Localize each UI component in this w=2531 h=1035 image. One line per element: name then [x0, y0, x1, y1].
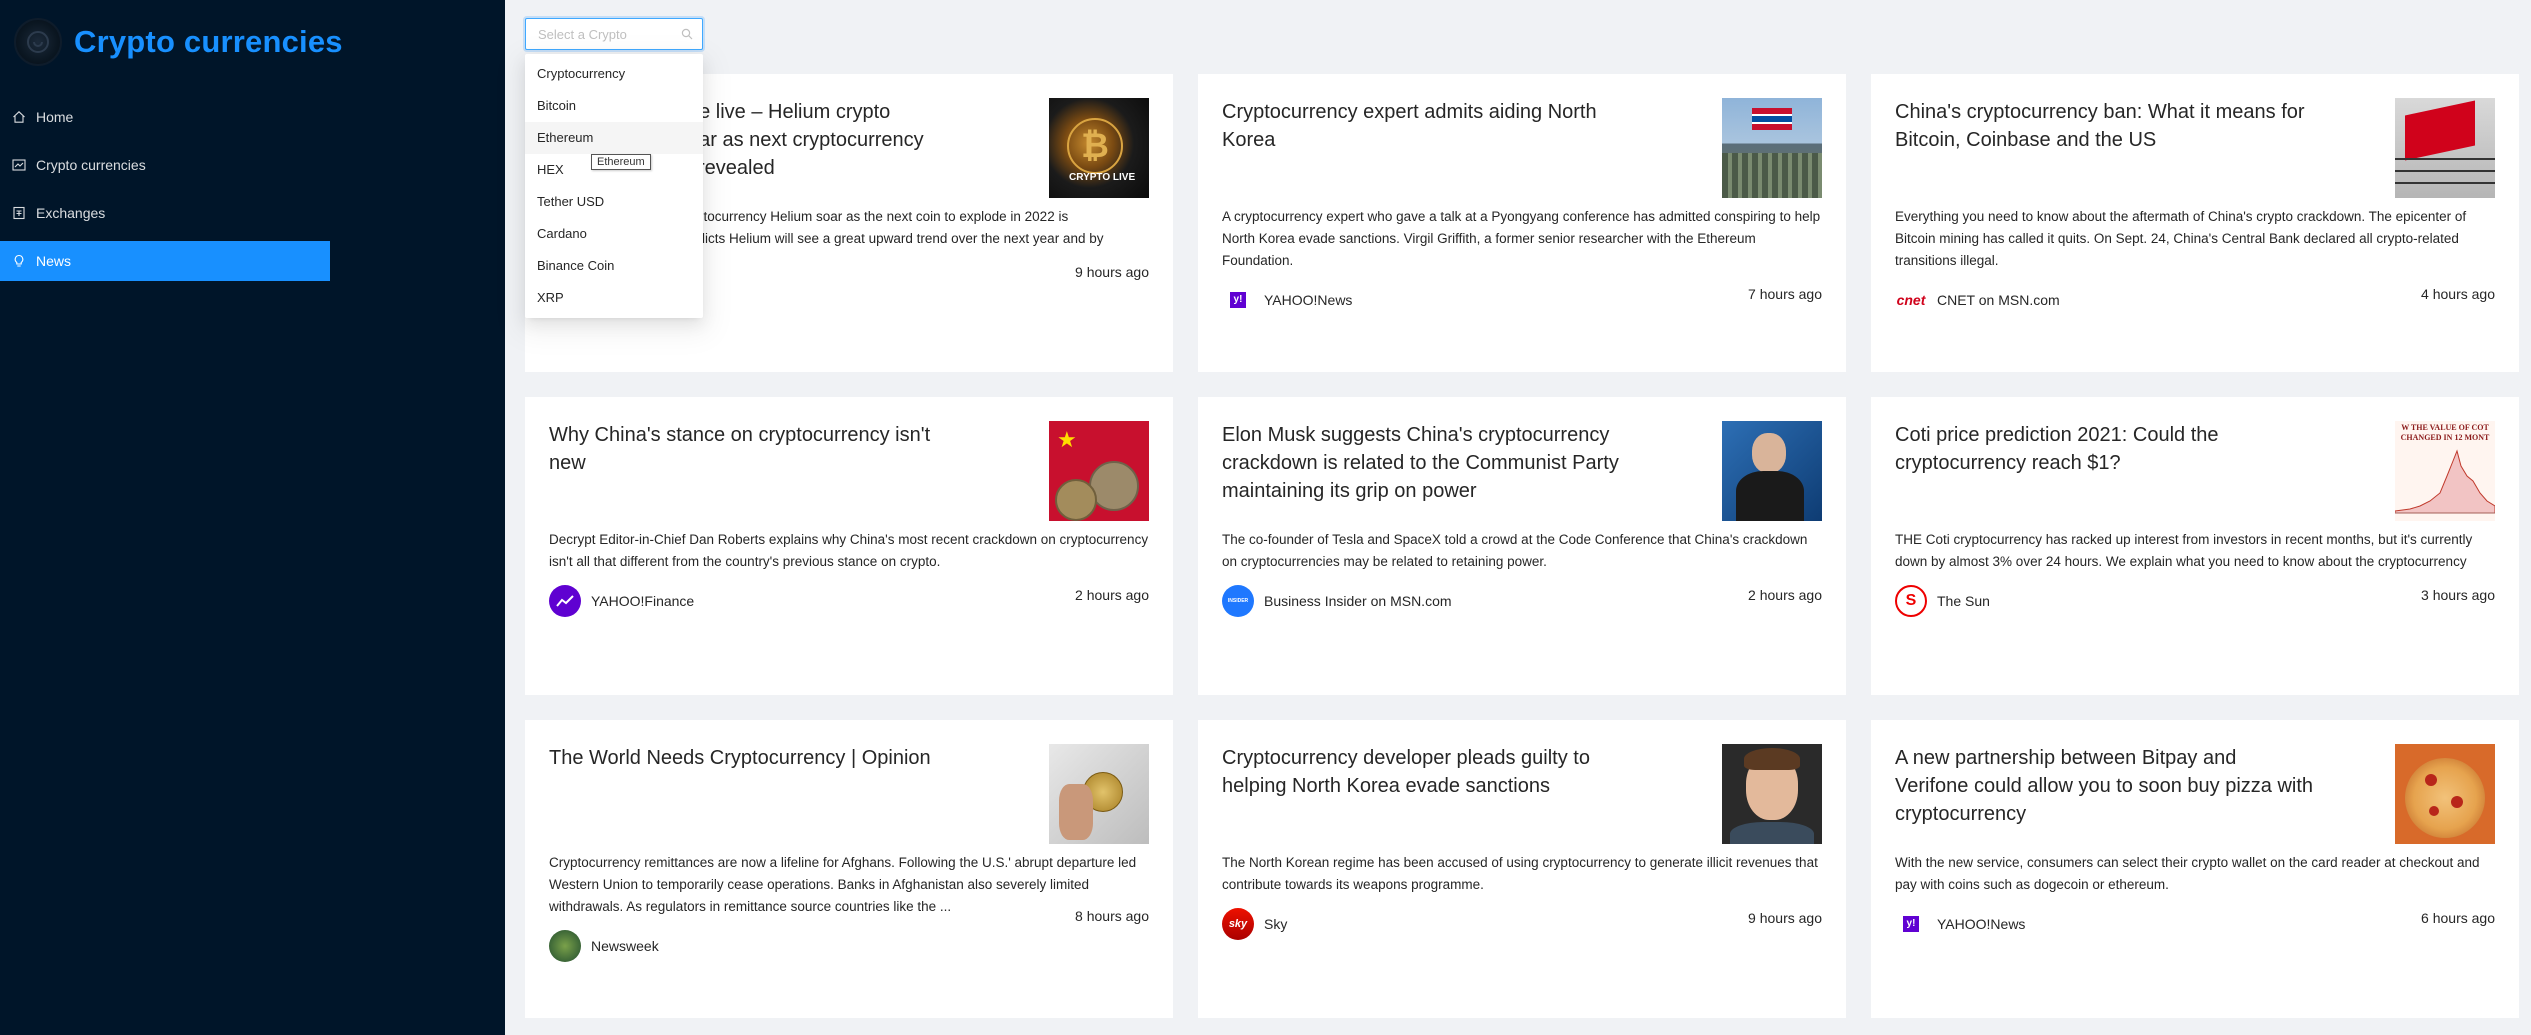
news-title[interactable]: Coti price prediction 2021: Could the cr…: [1895, 421, 2315, 477]
menu-item-news[interactable]: News: [0, 241, 330, 281]
news-time: 9 hours ago: [1075, 264, 1149, 280]
menu-item-home[interactable]: Home: [0, 97, 330, 137]
bulb-icon: [12, 254, 26, 268]
crypto-select-input[interactable]: [536, 19, 680, 49]
dropdown-option[interactable]: Binance Coin: [525, 250, 703, 282]
news-provider-name: YAHOO!News: [1264, 292, 1353, 308]
news-provider: Newsweek: [549, 930, 659, 962]
news-title[interactable]: The World Needs Cryptocurrency | Opinion: [549, 744, 969, 772]
news-description: With the new service, consumers can sele…: [1895, 855, 2480, 892]
news-title[interactable]: rice live – Helium crypto soar as next c…: [678, 98, 978, 182]
news-description: A cryptocurrency expert who gave a talk …: [1222, 209, 1821, 268]
news-provider-name: YAHOO!Finance: [591, 593, 695, 609]
option-tooltip: Ethereum: [591, 154, 651, 170]
menu-item-label: Crypto currencies: [36, 157, 146, 173]
cnet-logo: cnet: [1895, 284, 1927, 316]
news-time: 8 hours ago: [1075, 908, 1149, 924]
menu-item-label: Home: [36, 109, 74, 125]
yahoo-logo: y!: [1895, 908, 1927, 940]
news-description: Decrypt Editor-in-Chief Dan Roberts expl…: [549, 532, 1149, 569]
news-title[interactable]: Cryptocurrency developer pleads guilty t…: [1222, 744, 1642, 800]
app-title[interactable]: Crypto currencies: [74, 24, 343, 60]
news-title[interactable]: Why China's stance on cryptocurrency isn…: [549, 421, 969, 477]
news-card[interactable]: Cryptocurrency developer pleads guilty t…: [1198, 720, 1846, 1018]
home-icon: [12, 110, 26, 124]
news-title[interactable]: Cryptocurrency expert admits aiding Nort…: [1222, 98, 1642, 154]
brand: Crypto currencies: [14, 18, 343, 66]
sky-logo: sky: [1222, 908, 1254, 940]
news-card[interactable]: A new partnership between Bitpay and Ver…: [1871, 720, 2519, 1018]
news-time: 3 hours ago: [2421, 587, 2495, 603]
news-provider: sky Sky: [1222, 908, 1287, 940]
news-title[interactable]: Elon Musk suggests China's cryptocurrenc…: [1222, 421, 1642, 505]
news-provider-name: CNET on MSN.com: [1937, 292, 2060, 308]
app-logo: [14, 18, 62, 66]
news-provider-name: The Sun: [1937, 593, 1990, 609]
news-image: [1049, 744, 1149, 844]
news-time: 7 hours ago: [1748, 286, 1822, 302]
news-provider: S The Sun: [1895, 585, 1990, 617]
news-image-caption: CRYPTO LIVE: [1069, 172, 1136, 183]
business-insider-logo: INSIDER: [1222, 585, 1254, 617]
news-image: [2395, 98, 2495, 198]
crypto-select[interactable]: [525, 18, 703, 50]
yahoo-finance-logo: [549, 585, 581, 617]
news-image: ★: [1049, 421, 1149, 521]
news-title[interactable]: A new partnership between Bitpay and Ver…: [1895, 744, 2315, 828]
nav-menu: Home Crypto currencies Exchanges News: [0, 97, 330, 289]
newsweek-logo: [549, 930, 581, 962]
news-card[interactable]: Coti price prediction 2021: Could the cr…: [1871, 397, 2519, 695]
news-time: 9 hours ago: [1748, 910, 1822, 926]
news-provider-name: Newsweek: [591, 938, 659, 954]
menu-item-exchanges[interactable]: Exchanges: [0, 193, 330, 233]
news-provider: y! YAHOO!News: [1895, 908, 2025, 940]
news-card[interactable]: Cryptocurrency expert admits aiding Nort…: [1198, 74, 1846, 372]
menu-item-crypto-currencies[interactable]: Crypto currencies: [0, 145, 330, 185]
crypto-dropdown: Cryptocurrency Bitcoin Ethereum HEX Teth…: [525, 54, 703, 318]
news-time: 2 hours ago: [1748, 587, 1822, 603]
news-time: 2 hours ago: [1075, 587, 1149, 603]
news-time: 6 hours ago: [2421, 910, 2495, 926]
news-description: Cryptocurrency remittances are now a lif…: [549, 855, 1137, 914]
news-provider: y! YAHOO!News: [1222, 284, 1352, 316]
dropdown-option[interactable]: Ethereum: [525, 122, 703, 154]
news-description: THE Coti cryptocurrency has racked up in…: [1895, 532, 2473, 569]
news-description: cryptocurrency Helium soar as the next c…: [678, 209, 1104, 246]
news-image: [1722, 744, 1822, 844]
news-description: The North Korean regime has been accused…: [1222, 855, 1818, 892]
news-provider-name: Sky: [1264, 916, 1288, 932]
dropdown-option[interactable]: Cardano: [525, 218, 703, 250]
the-sun-logo: S: [1895, 585, 1927, 617]
dropdown-option[interactable]: Cryptocurrency: [525, 58, 703, 90]
news-card[interactable]: Why China's stance on cryptocurrency isn…: [525, 397, 1173, 695]
dropdown-option[interactable]: Bitcoin: [525, 90, 703, 122]
sidebar: Crypto currencies Home Crypto currencies…: [0, 0, 505, 1035]
news-time: 4 hours ago: [2421, 286, 2495, 302]
search-icon: [681, 27, 693, 45]
news-image: ₿ CRYPTO LIVE: [1049, 98, 1149, 198]
news-image: [2395, 744, 2495, 844]
news-image: W THE VALUE OF COT CHANGED IN 12 MONT: [2395, 421, 2495, 521]
news-description: Everything you need to know about the af…: [1895, 209, 2467, 268]
news-provider-name: Business Insider on MSN.com: [1264, 593, 1452, 609]
fund-icon: [12, 158, 26, 172]
money-collect-icon: [12, 206, 26, 220]
dropdown-option[interactable]: Tether USD: [525, 186, 703, 218]
news-provider: INSIDER Business Insider on MSN.com: [1222, 585, 1452, 617]
news-card[interactable]: Elon Musk suggests China's cryptocurrenc…: [1198, 397, 1846, 695]
news-title[interactable]: China's cryptocurrency ban: What it mean…: [1895, 98, 2315, 154]
menu-item-label: Exchanges: [36, 205, 106, 221]
news-provider: cnet CNET on MSN.com: [1895, 284, 2060, 316]
news-image: [1722, 421, 1822, 521]
news-description: The co-founder of Tesla and SpaceX told …: [1222, 532, 1808, 569]
news-provider-name: YAHOO!News: [1937, 916, 2026, 932]
menu-item-label: News: [36, 253, 72, 269]
news-image: [1722, 98, 1822, 198]
news-provider: YAHOO!Finance: [549, 585, 694, 617]
yahoo-logo: y!: [1222, 284, 1254, 316]
news-card[interactable]: China's cryptocurrency ban: What it mean…: [1871, 74, 2519, 372]
dropdown-option[interactable]: XRP: [525, 282, 703, 314]
news-card[interactable]: The World Needs Cryptocurrency | Opinion…: [525, 720, 1173, 1018]
